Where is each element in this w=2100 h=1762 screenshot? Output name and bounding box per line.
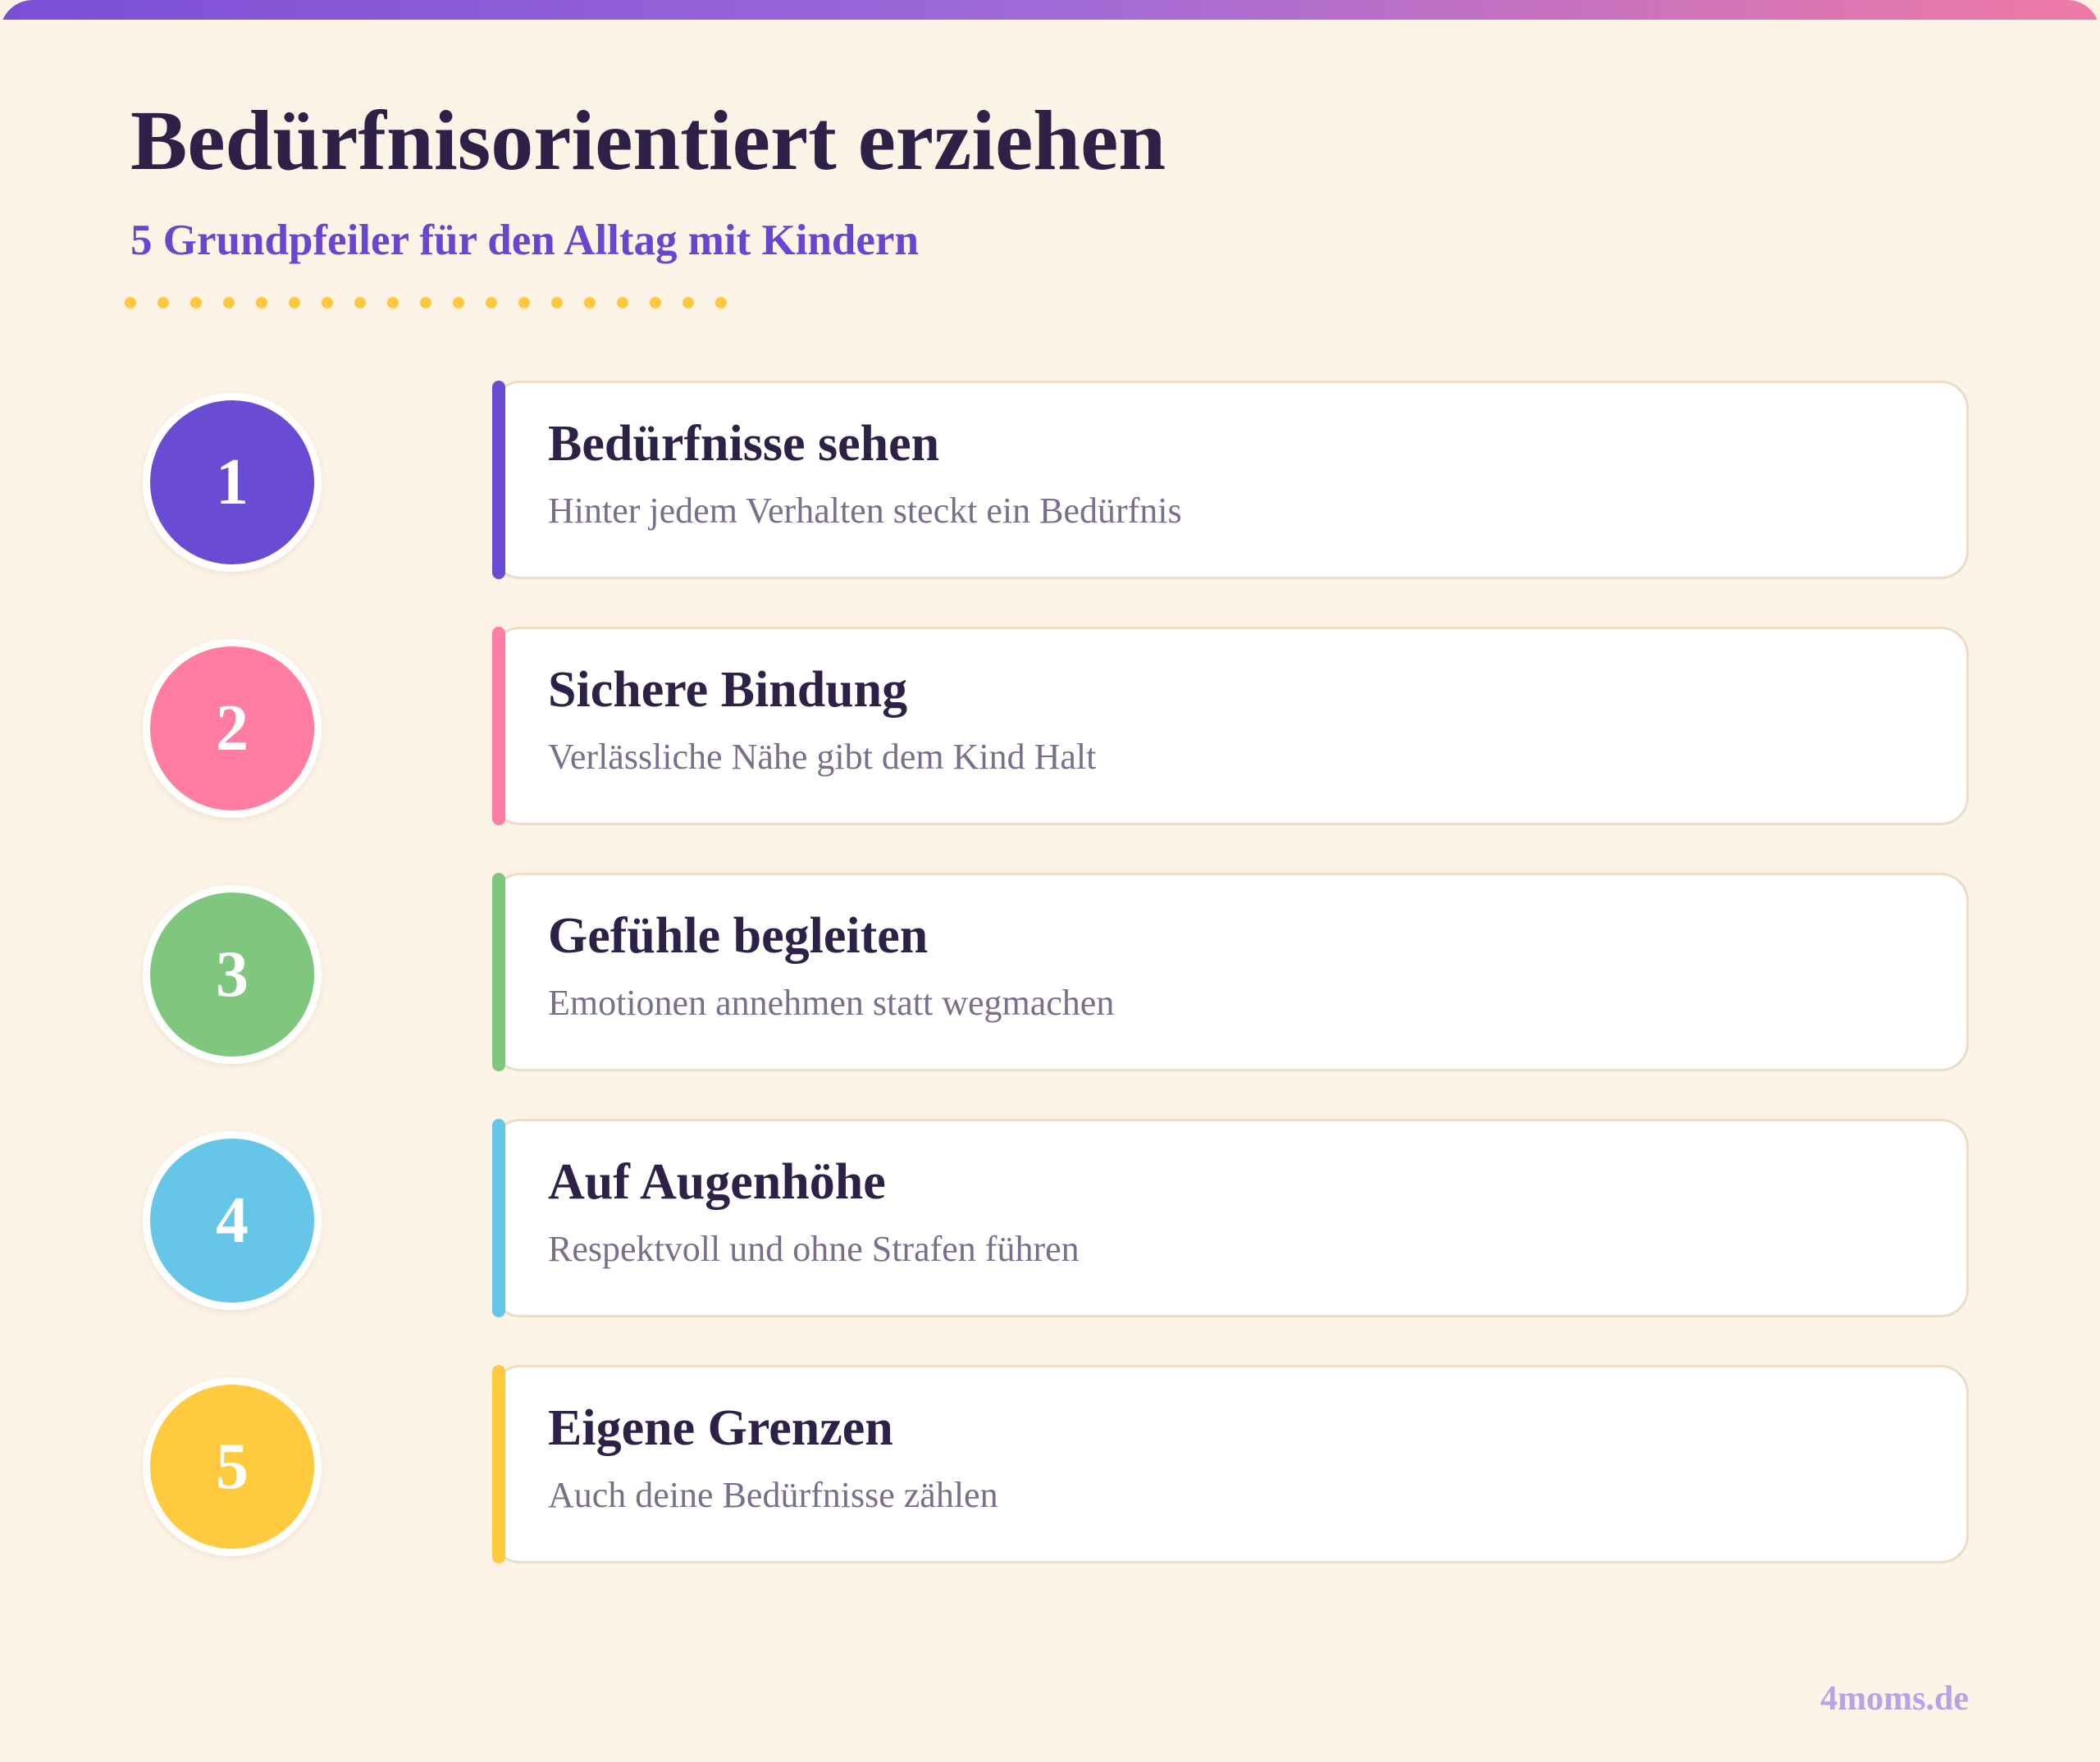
card-accent-bar (492, 381, 505, 579)
number-badge: 3 (143, 885, 322, 1064)
number-label: 4 (216, 1185, 249, 1257)
number-badge: 5 (143, 1377, 322, 1556)
pillar-description: Respektvoll und ohne Strafen führen (548, 1229, 1080, 1269)
card-accent-bar (492, 627, 505, 825)
card-accent-bar (492, 1119, 505, 1317)
pillar-title: Gefühle begleiten (548, 908, 929, 964)
number-label: 2 (216, 692, 249, 765)
pillar-item-1: 1 Bedürfnisse sehen Hinter jedem Verhalt… (0, 381, 2100, 579)
number-label: 5 (216, 1431, 249, 1503)
pillar-card (492, 873, 1969, 1071)
number-badge: 4 (143, 1131, 322, 1310)
pillar-title: Sichere Bindung (548, 662, 908, 718)
card-accent-bar (492, 1365, 505, 1563)
pillar-card (492, 627, 1969, 825)
card-accent-bar (492, 873, 505, 1071)
pillar-item-2: 2 Sichere Bindung Verlässliche Nähe gibt… (0, 627, 2100, 825)
pillar-description: Emotionen annehmen statt wegmachen (548, 983, 1115, 1023)
pillar-description: Verlässliche Nähe gibt dem Kind Halt (548, 737, 1097, 777)
brand-link[interactable]: 4moms.de (1820, 1678, 1969, 1719)
pillar-description: Hinter jedem Verhalten steckt ein Bedürf… (548, 491, 1182, 531)
pillar-title: Bedürfnisse sehen (548, 416, 940, 472)
number-badge: 1 (143, 393, 322, 572)
pillar-description: Auch deine Bedürfnisse zählen (548, 1475, 998, 1515)
pillar-item-3: 3 Gefühle begleiten Emotionen annehmen s… (0, 873, 2100, 1071)
pillar-title: Auf Augenhöhe (548, 1154, 886, 1210)
pillar-card (492, 381, 1969, 579)
gradient-top-bar (0, 0, 2100, 20)
infographic: Bedürfnisorientiert erziehen 5 Grundpfei… (0, 0, 2100, 1762)
pillar-item-5: 5 Eigene Grenzen Auch deine Bedürfnisse … (0, 1365, 2100, 1563)
pillar-card (492, 1365, 1969, 1563)
number-badge: 2 (143, 639, 322, 818)
pillar-title: Eigene Grenzen (548, 1400, 893, 1456)
page-title: Bedürfnisorientiert erziehen (130, 94, 1166, 188)
number-label: 1 (216, 446, 249, 518)
dotted-divider (125, 297, 727, 308)
pillar-card (492, 1119, 1969, 1317)
pillar-item-4: 4 Auf Augenhöhe Respektvoll und ohne Str… (0, 1119, 2100, 1317)
number-label: 3 (216, 938, 249, 1011)
page-subtitle: 5 Grundpfeiler für den Alltag mit Kinder… (130, 217, 919, 264)
